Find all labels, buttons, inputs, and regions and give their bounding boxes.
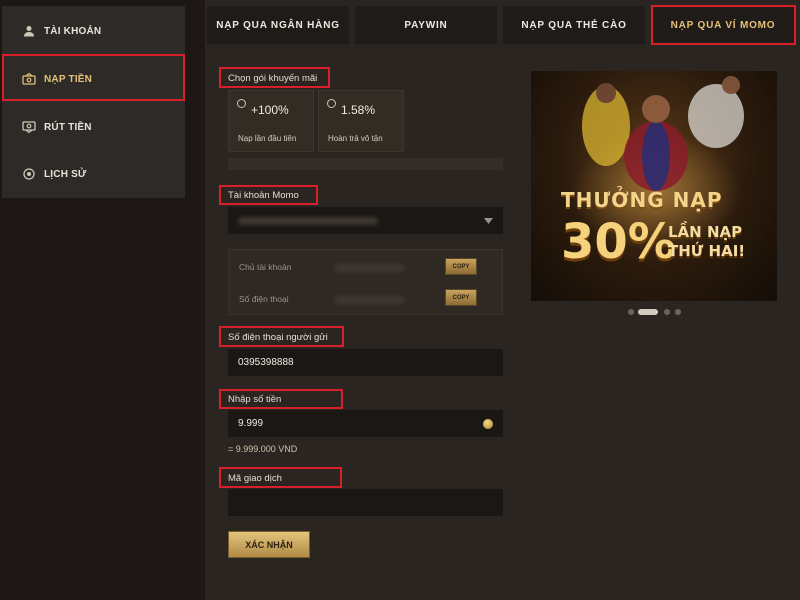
banner-title-percent: 30% <box>561 214 676 270</box>
banner-title-line1: THƯỞNG NẠP <box>561 188 723 212</box>
radio-button[interactable] <box>327 99 336 108</box>
momo-account-select[interactable] <box>228 207 503 234</box>
banner-line3b: THỨ HAI! <box>668 242 746 260</box>
sidebar-item-history[interactable]: LỊCH SỬ <box>2 151 185 197</box>
blurred-value <box>334 296 404 304</box>
sidebar-item-account[interactable]: TÀI KHOẢN <box>2 8 185 54</box>
promo-desc: Hoàn trả vô tận <box>328 134 383 143</box>
sender-phone-label: Số điện thoại người gửi <box>228 332 328 343</box>
promo-option-cashback[interactable]: 1.58% Hoàn trả vô tận <box>318 90 404 152</box>
momo-account-label: Tài khoản Momo <box>228 190 299 201</box>
confirm-button[interactable]: XÁC NHẬN <box>228 531 310 558</box>
withdraw-icon <box>22 120 36 134</box>
players-illustration <box>582 76 744 191</box>
owner-label: Chủ tài khoản <box>239 262 292 272</box>
copy-owner-button[interactable]: COPY <box>445 258 477 275</box>
deposit-icon <box>22 72 36 86</box>
chevron-down-icon <box>484 218 493 224</box>
radio-button[interactable] <box>237 99 246 108</box>
promo-value: 1.58% <box>341 103 376 117</box>
momo-account-info: Chủ tài khoản COPY Số điện thoại COPY <box>228 249 503 315</box>
tab-label: PAYWIN <box>404 19 448 31</box>
blurred-value <box>238 217 378 225</box>
carousel-dot[interactable] <box>628 309 634 315</box>
tab-momo[interactable]: NẠP QUA VÍ MOMO <box>651 6 795 44</box>
tab-bank[interactable]: NẠP QUA NGÂN HÀNG <box>207 6 349 44</box>
sidebar-item-label: LỊCH SỬ <box>44 168 87 180</box>
transaction-code-label: Mã giao dịch <box>228 473 282 484</box>
sidebar-item-label: TÀI KHOẢN <box>44 25 102 37</box>
sidebar-item-withdraw[interactable]: RÚT TIỀN <box>2 104 185 150</box>
phone-label: Số điện thoại <box>239 294 289 304</box>
history-icon <box>22 167 36 181</box>
carousel-dot[interactable] <box>675 309 681 315</box>
carousel-dot[interactable] <box>664 309 670 315</box>
banner-title-line3: LẦN NẠP THỨ HAI! <box>668 223 745 261</box>
tab-paywin[interactable]: PAYWIN <box>355 6 497 44</box>
promo-option-first-deposit[interactable]: +100% Nạp lần đầu tiên <box>228 90 314 152</box>
amount-label: Nhập số tiền <box>228 394 282 405</box>
sender-phone-input[interactable]: 0395398888 <box>228 349 503 376</box>
sidebar-item-label: RÚT TIỀN <box>44 121 92 133</box>
blurred-value <box>334 264 404 272</box>
amount-converted: = 9.999.000 VND <box>228 444 298 454</box>
banner-line3a: LẦN NẠP <box>668 223 743 241</box>
promo-label: Chọn gói khuyến mãi <box>228 73 318 84</box>
tab-label: NẠP QUA VÍ MOMO <box>670 19 776 31</box>
copy-phone-button[interactable]: COPY <box>445 289 477 306</box>
sidebar: TÀI KHOẢN NẠP TIỀN RÚT TIỀN LỊCH SỬ <box>2 6 185 198</box>
promo-desc: Nạp lần đầu tiên <box>238 134 297 143</box>
amount-input[interactable]: 9.999 <box>228 410 503 437</box>
sidebar-item-label: NẠP TIỀN <box>44 73 93 85</box>
user-icon <box>22 24 36 38</box>
sidebar-item-deposit[interactable]: NẠP TIỀN <box>2 56 185 102</box>
coin-icon <box>483 419 493 429</box>
promo-banner[interactable]: THƯỞNG NẠP 30% LẦN NẠP THỨ HAI! <box>531 71 777 301</box>
carousel-dot-active[interactable] <box>638 309 658 315</box>
promo-divider <box>228 158 503 170</box>
transaction-code-input[interactable] <box>228 489 503 516</box>
tab-label: NẠP QUA NGÂN HÀNG <box>216 19 340 31</box>
tab-scratch-card[interactable]: NẠP QUA THẺ CÀO <box>503 6 645 44</box>
promo-value: +100% <box>251 103 289 117</box>
tab-label: NẠP QUA THẺ CÀO <box>521 19 627 31</box>
